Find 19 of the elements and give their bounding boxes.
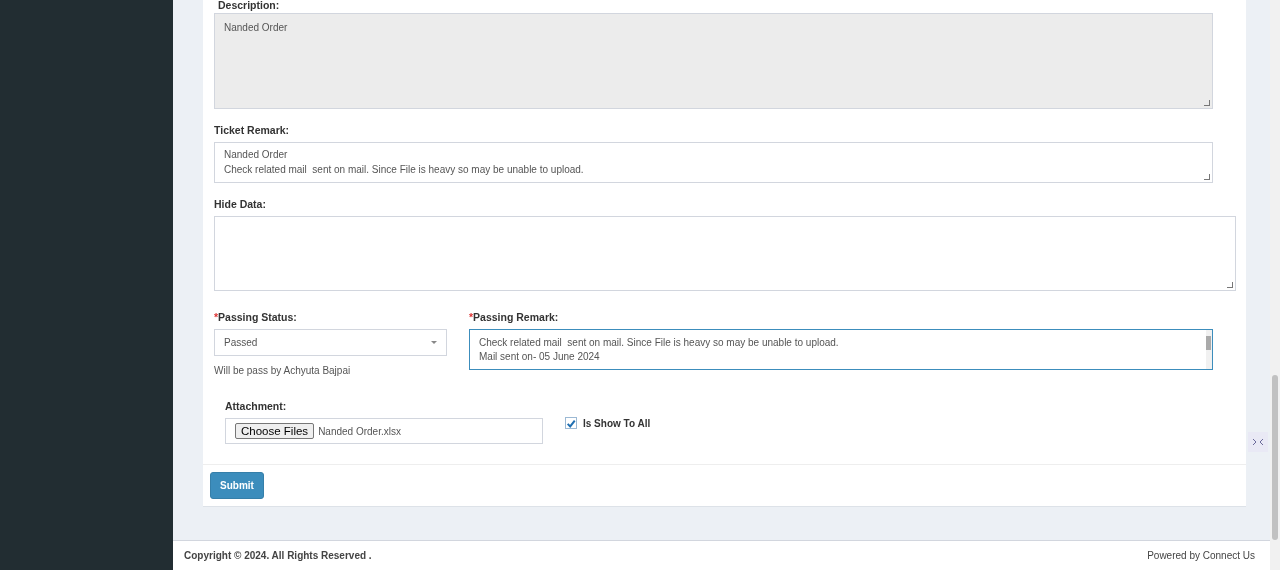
checkbox[interactable]: [565, 417, 577, 429]
field-label: *Passing Status:: [214, 311, 298, 323]
code-icon[interactable]: [1248, 432, 1268, 452]
scrollbar[interactable]: [1270, 0, 1280, 570]
submit-button[interactable]: Submit: [210, 472, 264, 499]
field-label: Description:: [218, 0, 281, 11]
passing-status-select[interactable]: Passed: [214, 329, 447, 356]
field-label: Attachment:: [225, 400, 288, 412]
field-label: Hide Data:: [214, 198, 267, 210]
powered-by-text: Powered by Connect Us: [1147, 550, 1255, 561]
file-input[interactable]: Choose Files Nanded Order.xlsx: [225, 418, 543, 444]
hide-data-field[interactable]: [214, 216, 1236, 291]
passing-remark-field[interactable]: Check related mail sent on mail. Since File is heavy so may be unable to upload. Mail sent on- 05 June 2024: [469, 329, 1213, 370]
field-label: *Passing Remark:: [469, 311, 560, 323]
helper-text: Will be pass by Achyuta Bajpai: [214, 365, 352, 376]
copyright-text: Copyright © 2024. All Rights Reserved .: [184, 550, 372, 561]
ticket-remark-field[interactable]: Nanded Order Check related mail sent on mail. Since File is heavy so may be unable to upload.: [214, 142, 1213, 183]
checkbox-label: Is Show To All: [583, 417, 651, 429]
field-label: Ticket Remark:: [214, 124, 291, 136]
